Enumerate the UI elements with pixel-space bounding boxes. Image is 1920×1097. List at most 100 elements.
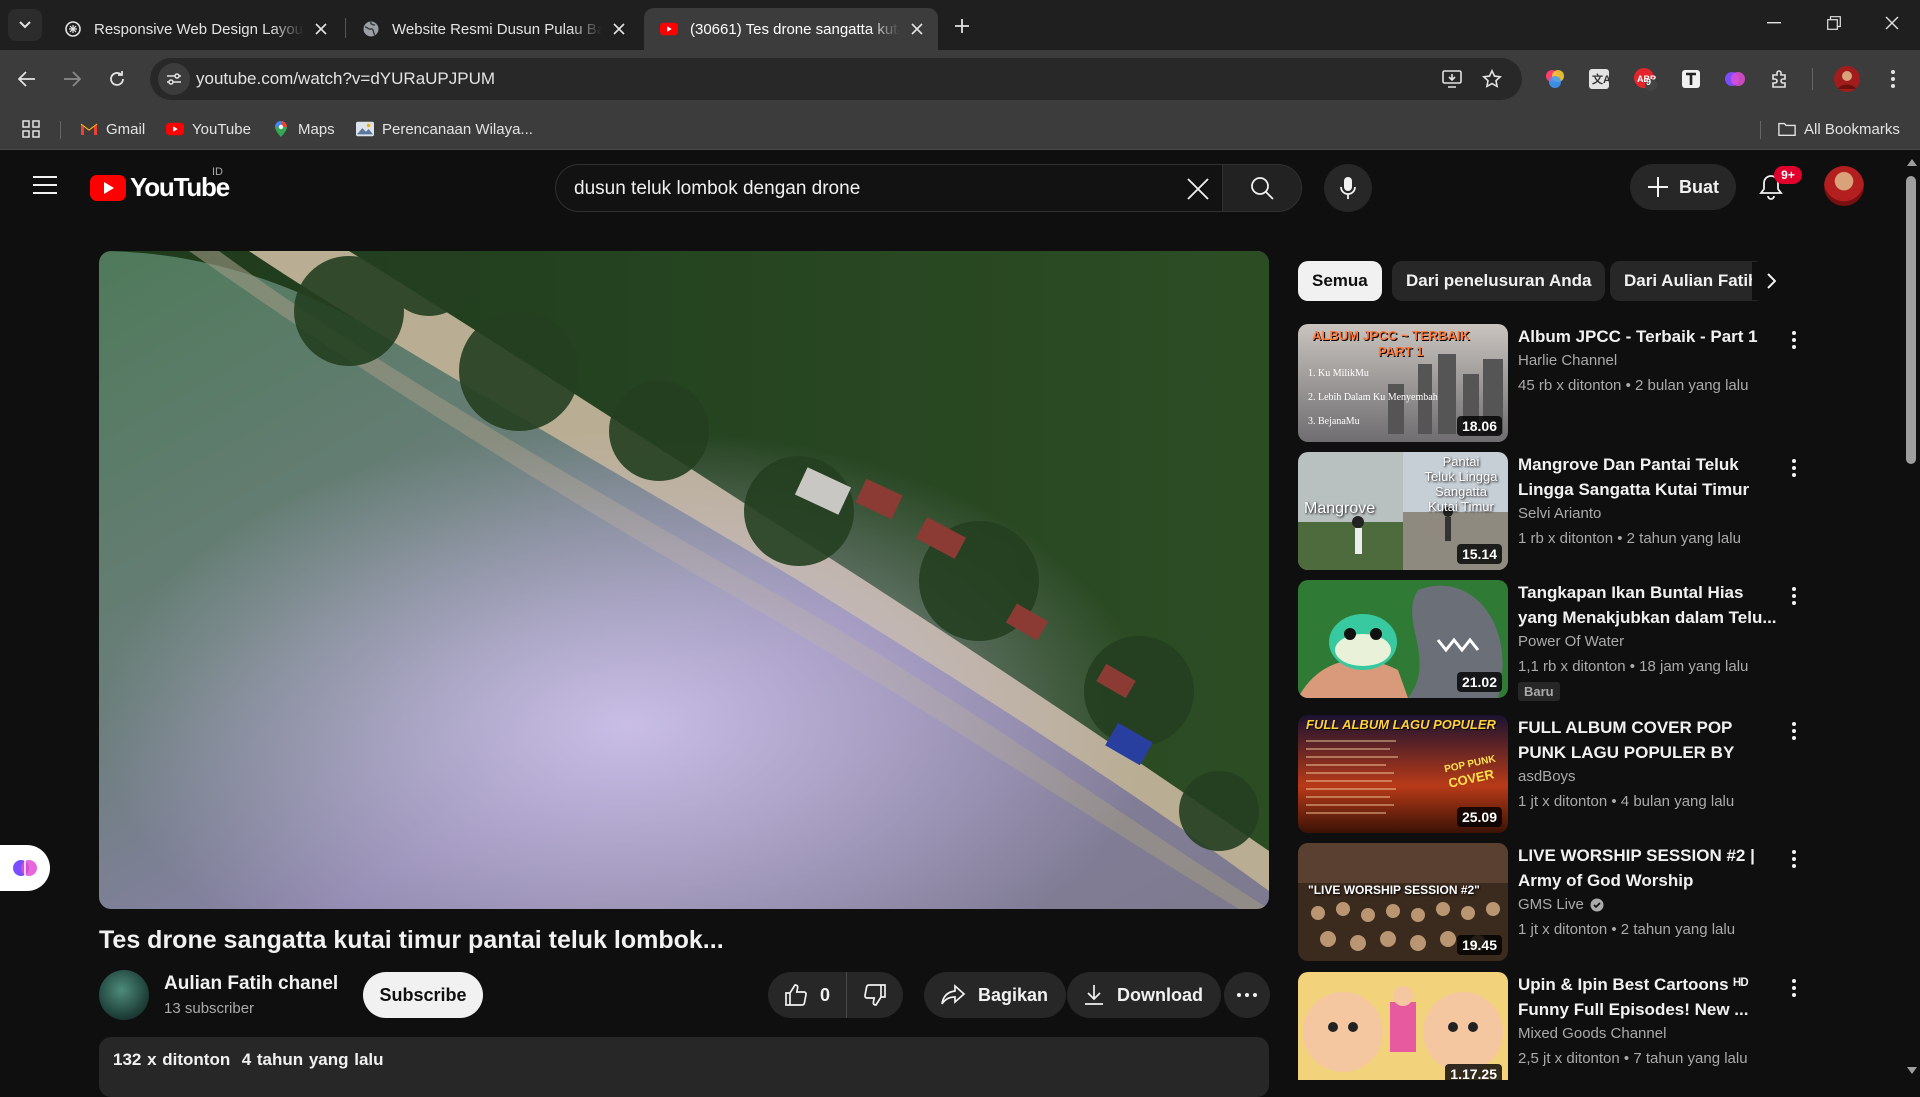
back-button[interactable] — [10, 62, 44, 96]
site-info-button[interactable] — [158, 63, 190, 95]
bookmark-maps[interactable]: Maps — [272, 118, 335, 140]
video-title[interactable]: Upin & Ipin Best Cartoons ᴴᴰ Funny Full … — [1518, 972, 1780, 1022]
scroll-down-icon[interactable] — [1906, 1064, 1918, 1076]
video-title[interactable]: Mangrove Dan Pantai Teluk Lingga Sangatt… — [1518, 452, 1780, 502]
search-box[interactable]: dusun teluk lombok dengan drone — [555, 164, 1223, 212]
forward-button[interactable] — [55, 62, 89, 96]
search-input[interactable]: dusun teluk lombok dengan drone — [574, 178, 860, 200]
video-thumbnail[interactable]: "LIVE WORSHIP SESSION #2" 19.45 — [1298, 843, 1508, 961]
voice-search-button[interactable] — [1324, 164, 1372, 212]
more-vertical-icon[interactable] — [1782, 976, 1798, 1000]
download-button[interactable]: Download — [1067, 972, 1221, 1018]
clear-search-button[interactable] — [1184, 175, 1212, 203]
apps-grid-button[interactable] — [22, 118, 40, 140]
more-vertical-icon[interactable] — [1782, 719, 1806, 743]
adblock-extension-icon[interactable]: ABP 9 — [1632, 66, 1658, 92]
all-bookmarks-button[interactable]: All Bookmarks — [1778, 118, 1900, 140]
like-button[interactable]: 0 — [768, 972, 848, 1018]
bookmark-gmail[interactable]: Gmail — [80, 118, 145, 140]
video-thumbnail[interactable]: Mangrove Pantai Teluk Lingga Sangatta Ku… — [1298, 452, 1508, 570]
create-button[interactable]: Buat — [1630, 164, 1736, 210]
chip-dari-channel[interactable]: Dari Aulian Fatih — [1610, 261, 1765, 301]
recommendation-item[interactable]: "LIVE WORSHIP SESSION #2" 19.45 LIVE WOR… — [1298, 843, 1798, 963]
video-duration: 25.09 — [1456, 807, 1502, 827]
scroll-up-icon[interactable] — [1906, 156, 1918, 168]
more-vertical-icon[interactable] — [1782, 584, 1806, 608]
tab-search-button[interactable] — [8, 9, 42, 41]
video-thumbnail[interactable]: 1.17.25 — [1298, 972, 1508, 1080]
channel-name[interactable]: GMS Live — [1518, 896, 1584, 913]
recommendation-item[interactable]: 1.17.25 Upin & Ipin Best Cartoons ᴴᴰ Fun… — [1298, 972, 1798, 1080]
close-tab-icon[interactable] — [610, 20, 628, 38]
video-thumbnail[interactable]: FULL ALBUM LAGU POPULER POP PUNK COVER 2… — [1298, 715, 1508, 833]
thumb-text: ALBUM JPCC ~ TERBAIK — [1312, 328, 1470, 343]
recommendation-item[interactable]: Mangrove Pantai Teluk Lingga Sangatta Ku… — [1298, 452, 1798, 572]
restore-button[interactable] — [1806, 0, 1862, 46]
assistant-floating-button[interactable] — [0, 845, 50, 891]
more-vertical-icon[interactable] — [1782, 456, 1806, 480]
more-vertical-icon[interactable] — [1782, 328, 1806, 352]
more-vertical-icon[interactable] — [1782, 847, 1806, 871]
channel-name[interactable]: asdBoys — [1518, 768, 1576, 785]
account-avatar[interactable] — [1824, 166, 1864, 206]
thumb-text: 1. Ku MilikMu — [1308, 368, 1369, 379]
recommendation-item[interactable]: 21.02 Tangkapan Ikan Buntal Hias yang Me… — [1298, 580, 1798, 714]
recommendation-item[interactable]: FULL ALBUM LAGU POPULER POP PUNK COVER 2… — [1298, 715, 1798, 835]
bookmark-perencanaan[interactable]: Perencanaan Wilaya... — [356, 118, 533, 140]
browser-menu-icon[interactable] — [1880, 66, 1906, 92]
video-title[interactable]: FULL ALBUM COVER POP PUNK LAGU POPULER B… — [1518, 715, 1780, 765]
new-tab-button[interactable] — [948, 12, 976, 40]
text-extension-icon[interactable] — [1678, 66, 1704, 92]
url-text[interactable]: youtube.com/watch?v=dYURaUPJPUM — [196, 69, 495, 89]
channel-name[interactable]: Power Of Water — [1518, 633, 1624, 650]
minimize-button[interactable] — [1746, 0, 1802, 46]
close-tab-icon[interactable] — [908, 20, 926, 38]
channel-name[interactable]: Harlie Channel — [1518, 352, 1617, 369]
chip-semua[interactable]: Semua — [1298, 261, 1382, 301]
subscribe-button[interactable]: Subscribe — [363, 972, 483, 1018]
browser-tab-3-active[interactable]: (30661) Tes drone sangatta kutai — [644, 8, 938, 50]
bookmark-star-icon[interactable] — [1480, 67, 1504, 91]
address-bar[interactable]: youtube.com/watch?v=dYURaUPJPUM — [150, 58, 1522, 100]
description-box[interactable]: 132 x ditonton 4 tahun yang lalu — [99, 1037, 1269, 1097]
channel-name[interactable]: Selvi Arianto — [1518, 505, 1601, 522]
browser-tab-2[interactable]: Website Resmi Dusun Pulau Batu — [346, 8, 640, 50]
country-code: ID — [212, 166, 223, 178]
bookmarks-bar: Gmail YouTube Maps Perencanaan Wilaya...… — [0, 108, 1920, 150]
install-app-icon[interactable] — [1440, 67, 1464, 91]
chips-next-button[interactable] — [1752, 262, 1790, 300]
browser-tab-1[interactable]: Responsive Web Design Layout — [48, 8, 342, 50]
video-title[interactable]: Album JPCC - Terbaik - Part 1 — [1518, 324, 1780, 349]
video-duration: 15.14 — [1456, 544, 1502, 564]
guide-menu-button[interactable] — [28, 170, 62, 200]
youtube-logo[interactable]: YouTube ID — [90, 166, 230, 203]
video-thumbnail[interactable]: ALBUM JPCC ~ TERBAIK PART 1 1. Ku MilikM… — [1298, 324, 1508, 442]
translate-extension-icon[interactable]: 文A — [1586, 66, 1612, 92]
search-button[interactable] — [1222, 164, 1302, 212]
profile-avatar[interactable] — [1834, 66, 1860, 92]
reload-icon — [110, 71, 124, 86]
chip-dari-penelusuran[interactable]: Dari penelusuran Anda — [1392, 261, 1606, 301]
close-tab-icon[interactable] — [312, 20, 330, 38]
bookmark-youtube[interactable]: YouTube — [166, 118, 251, 140]
recommendation-item[interactable]: ALBUM JPCC ~ TERBAIK PART 1 1. Ku MilikM… — [1298, 324, 1798, 444]
related-filter-chips: Semua Dari penelusuran Anda Dari Aulian … — [1298, 261, 1788, 301]
close-window-button[interactable] — [1864, 0, 1920, 46]
brain-extension-icon[interactable] — [1722, 66, 1748, 92]
scrollbar-thumb[interactable] — [1906, 176, 1916, 464]
close-icon — [1187, 178, 1209, 200]
youtube-page: YouTube ID dusun teluk lombok dengan dro… — [0, 150, 1920, 1097]
channel-name[interactable]: Mixed Goods Channel — [1518, 1025, 1666, 1042]
video-thumbnail[interactable]: 21.02 — [1298, 580, 1508, 698]
extensions-puzzle-icon[interactable] — [1767, 66, 1793, 92]
color-extension-icon[interactable] — [1542, 66, 1568, 92]
channel-name[interactable]: Aulian Fatih chanel — [164, 973, 338, 995]
video-title[interactable]: Tangkapan Ikan Buntal Hias yang Menakjub… — [1518, 580, 1780, 630]
video-player[interactable] — [99, 251, 1269, 909]
channel-avatar[interactable] — [99, 970, 149, 1020]
share-button[interactable]: Bagikan — [924, 972, 1067, 1018]
reload-button[interactable] — [100, 62, 134, 96]
more-actions-button[interactable] — [1224, 972, 1270, 1018]
dislike-button[interactable] — [847, 972, 903, 1018]
video-title[interactable]: LIVE WORSHIP SESSION #2 | Army of God Wo… — [1518, 843, 1780, 893]
